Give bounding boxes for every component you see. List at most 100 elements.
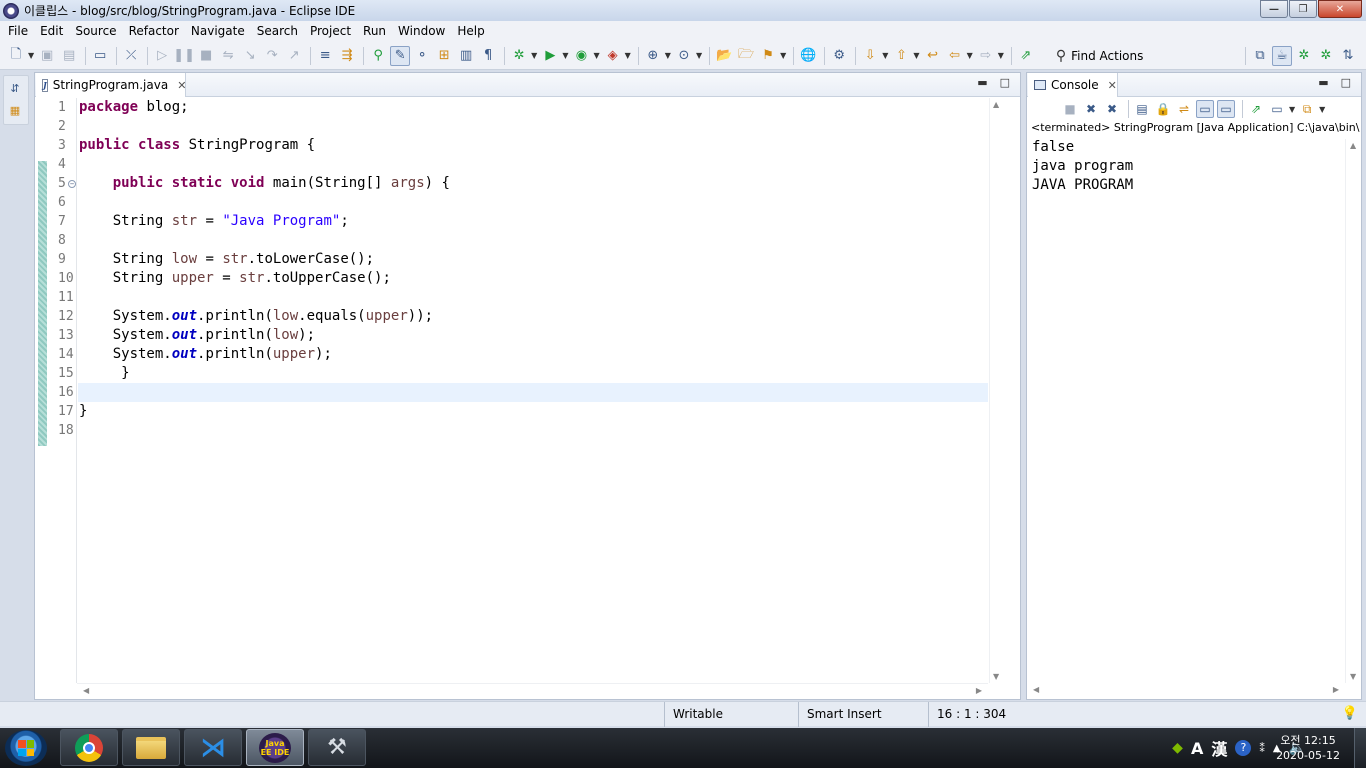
scroll-up-icon[interactable]: ▲ <box>1350 141 1356 150</box>
restore-icon[interactable]: ⇵ <box>7 80 23 96</box>
external-tools-icon[interactable]: ◈ <box>603 46 623 66</box>
show-whitespace-icon[interactable]: ▥ <box>456 46 476 66</box>
clear-console-icon[interactable]: ▤ <box>1133 100 1151 118</box>
code-line[interactable]: System.out.println(low.equals(upper)); <box>78 307 988 326</box>
external-tools-dropdown-icon[interactable]: ▼ <box>625 51 631 60</box>
jee-perspective-icon[interactable]: ✲ <box>1316 46 1336 66</box>
pilcrow-icon[interactable]: ¶ <box>478 46 498 66</box>
scroll-up-icon[interactable]: ▲ <box>993 100 999 109</box>
menu-search[interactable]: Search <box>251 21 304 42</box>
scroll-lock-icon[interactable]: 🔒 <box>1154 100 1172 118</box>
toggle-mark-occurrences-icon[interactable]: ✎ <box>390 45 411 66</box>
code-line[interactable]: System.out.println(upper); <box>78 345 988 364</box>
debug-icon[interactable]: ✲ <box>509 46 529 66</box>
word-wrap-icon[interactable]: ⇌ <box>1175 100 1193 118</box>
taskbar-chrome[interactable] <box>60 729 118 766</box>
step-into-icon[interactable]: ↘ <box>240 46 260 66</box>
menu-project[interactable]: Project <box>304 21 357 42</box>
ime-settings-icon[interactable]: ⁑ <box>1259 742 1265 755</box>
previous-annotation-icon[interactable]: ⇧ <box>891 46 911 66</box>
code-line[interactable] <box>78 383 988 402</box>
tip-bulb-icon[interactable]: 💡 <box>1342 706 1358 721</box>
use-step-filters-icon[interactable]: ⇶ <box>337 46 357 66</box>
editor-horizontal-scrollbar[interactable]: ◀ ▶ <box>77 683 988 697</box>
close-button[interactable]: ✕ <box>1318 0 1362 18</box>
pin-console-icon[interactable]: ⇗ <box>1247 100 1265 118</box>
fold-collapse-icon[interactable]: − <box>68 180 76 188</box>
menu-file[interactable]: File <box>2 21 34 42</box>
run-dropdown-icon[interactable]: ▼ <box>562 51 568 60</box>
new-class-icon[interactable]: ⊙ <box>674 46 694 66</box>
open-task-icon[interactable]: 🗁 <box>736 46 756 66</box>
console-output[interactable]: false java program JAVA PROGRAM <box>1027 138 1361 195</box>
maximize-icon[interactable]: □ <box>1000 76 1010 89</box>
terminal-icon[interactable]: ▭ <box>90 46 110 66</box>
minimize-icon[interactable]: ▬ <box>977 76 987 89</box>
remove-all-launches-icon[interactable]: ✖ <box>1103 100 1121 118</box>
minimize-icon[interactable]: ▬ <box>1318 76 1328 89</box>
new-class-dropdown-icon[interactable]: ▼ <box>696 51 702 60</box>
menu-run[interactable]: Run <box>357 21 392 42</box>
code-line[interactable]: String str = "Java Program"; <box>78 212 988 231</box>
drop-to-frame-icon[interactable]: ≡ <box>315 46 335 66</box>
maximize-button[interactable]: ❐ <box>1289 0 1317 18</box>
step-return-icon[interactable]: ↗ <box>284 46 304 66</box>
taskbar-eclipse[interactable]: Java EE IDE <box>246 729 304 766</box>
step-over-icon[interactable]: ↷ <box>262 46 282 66</box>
terminate-icon[interactable]: ■ <box>1061 100 1079 118</box>
remove-launch-icon[interactable]: ✖ <box>1082 100 1100 118</box>
maximize-icon[interactable]: □ <box>1341 76 1351 89</box>
system-clock[interactable]: 오전 12:15 2020-05-12 <box>1276 733 1340 763</box>
menu-source[interactable]: Source <box>69 21 122 42</box>
menu-window[interactable]: Window <box>392 21 451 42</box>
code-line[interactable]: public class StringProgram { <box>78 136 988 155</box>
last-edit-location-icon[interactable]: ↩ <box>923 46 943 66</box>
status-insert-mode[interactable]: Smart Insert <box>798 702 928 727</box>
minimize-button[interactable]: — <box>1260 0 1288 18</box>
globe-icon[interactable]: 🌐 <box>798 46 818 66</box>
menu-edit[interactable]: Edit <box>34 21 69 42</box>
scroll-left-icon[interactable]: ◀ <box>83 686 89 695</box>
code-line[interactable]: package blog; <box>78 98 988 117</box>
code-line[interactable]: } <box>78 402 988 421</box>
suspend-icon[interactable]: ❚❚ <box>173 46 195 66</box>
show-desktop-button[interactable] <box>1354 728 1366 768</box>
save-icon[interactable]: ▣ <box>37 46 57 66</box>
block-selection-icon[interactable]: ⊞ <box>434 46 454 66</box>
console-vertical-scrollbar[interactable]: ▲ ▼ <box>1345 139 1361 683</box>
terminate-icon[interactable]: ■ <box>196 46 216 66</box>
help-icon[interactable]: ? <box>1235 740 1252 756</box>
debug-perspective-icon[interactable]: ✲ <box>1294 46 1314 66</box>
scroll-down-icon[interactable]: ▼ <box>993 672 999 681</box>
open-perspective-icon[interactable]: ⧉ <box>1250 46 1270 66</box>
taskbar-tools[interactable]: ⚒ <box>308 729 366 766</box>
code-line[interactable]: String upper = str.toUpperCase(); <box>78 269 988 288</box>
menu-help[interactable]: Help <box>451 21 490 42</box>
open-console-dropdown-icon[interactable]: ▼ <box>1319 105 1325 114</box>
ime-toolbar-icon[interactable]: ◆ <box>1172 740 1183 756</box>
code-line[interactable] <box>78 193 988 212</box>
close-tab-icon[interactable]: ✕ <box>177 79 186 92</box>
find-actions-button[interactable]: ⚲ Find Actions <box>1056 48 1144 64</box>
new-icon[interactable]: 🗋 <box>6 46 26 66</box>
search-tools-icon[interactable]: ⚑ <box>758 46 778 66</box>
scroll-down-icon[interactable]: ▼ <box>1350 672 1356 681</box>
code-editor[interactable]: package blog; public class StringProgram… <box>78 98 988 683</box>
back-dropdown-icon[interactable]: ▼ <box>967 51 973 60</box>
open-folder-icon[interactable]: 📂 <box>714 46 734 66</box>
code-line[interactable]: public static void main(String[] args) { <box>78 174 988 193</box>
coverage-icon[interactable]: ◉ <box>571 46 591 66</box>
debug-dropdown-icon[interactable]: ▼ <box>531 51 537 60</box>
open-perspective-shortcut-icon[interactable]: ⇗ <box>1016 46 1036 66</box>
next-annotation-dropdown-icon[interactable]: ▼ <box>882 51 888 60</box>
code-line[interactable] <box>78 288 988 307</box>
resume-icon[interactable]: ▷ <box>152 46 172 66</box>
eclipse-app-icon[interactable] <box>3 2 19 19</box>
show-on-stdout-icon[interactable]: ▭ <box>1196 100 1214 118</box>
disconnect-icon[interactable]: ⇋ <box>218 46 238 66</box>
pin-editor-icon[interactable]: ⚙ <box>829 46 849 66</box>
new-java-project-icon[interactable]: ⊕ <box>643 46 663 66</box>
back-icon[interactable]: ⇦ <box>945 46 965 66</box>
status-cursor-position[interactable]: 16 : 1 : 304 <box>928 702 1053 727</box>
java-perspective-icon[interactable]: ☕ <box>1272 45 1292 66</box>
